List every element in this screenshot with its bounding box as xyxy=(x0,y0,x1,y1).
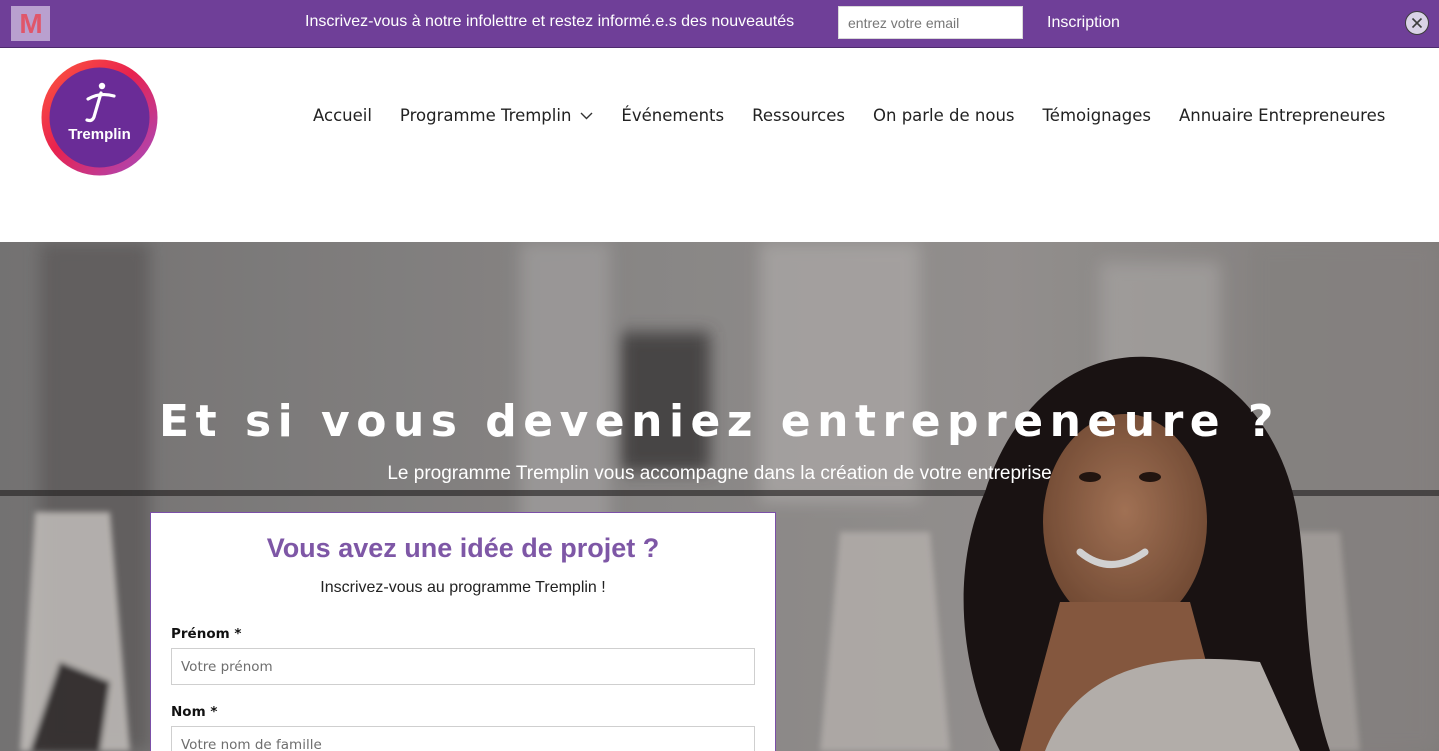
newsletter-submit-button[interactable]: Inscription xyxy=(1035,7,1132,39)
last-name-field[interactable] xyxy=(171,726,755,751)
close-icon[interactable] xyxy=(1405,11,1429,35)
nav-item-ressources[interactable]: Ressources xyxy=(752,106,845,125)
nav-item-label: Témoignages xyxy=(1042,106,1151,125)
main-nav: Accueil Programme Tremplin Événements Re… xyxy=(300,106,1385,125)
form-subtitle: Inscrivez-vous au programme Tremplin ! xyxy=(320,579,606,596)
newsletter-bar: M Inscrivez-vous à notre infolettre et r… xyxy=(0,0,1439,48)
newsletter-email-input[interactable] xyxy=(838,6,1023,39)
form-title: Vous avez une idée de projet ? xyxy=(266,533,660,563)
logo-text: Tremplin xyxy=(68,126,131,143)
hero-subtitle: Le programme Tremplin vous accompagne da… xyxy=(387,463,1052,484)
hero-section: Et si vous deveniez entrepreneure ? Le p… xyxy=(0,242,1439,751)
nav-item-label: On parle de nous xyxy=(873,106,1015,125)
nav-item-label: Annuaire Entrepreneures xyxy=(1178,106,1386,125)
extension-logo-letter: M xyxy=(19,7,42,39)
nav-item-programme-tremplin[interactable]: Programme Tremplin xyxy=(400,106,594,125)
nav-item-on-parle-de-nous[interactable]: On parle de nous xyxy=(873,106,1015,125)
nav-item-accueil[interactable]: Accueil xyxy=(313,106,372,125)
nav-item-temoignages[interactable]: Témoignages xyxy=(1043,106,1151,125)
nav-item-label: Accueil xyxy=(313,106,372,125)
nav-item-label: Événements xyxy=(621,106,725,125)
chevron-down-icon xyxy=(580,112,593,120)
first-name-field[interactable] xyxy=(171,648,755,685)
site-header: Tremplin Accueil Programme Tremplin Évén… xyxy=(0,48,1439,242)
nav-item-label: Ressources xyxy=(752,106,845,125)
signup-form-card: Vous avez une idée de projet ? Inscrivez… xyxy=(150,512,776,751)
nav-item-label: Programme Tremplin xyxy=(399,106,572,125)
nav-item-annuaire-entrepreneures[interactable]: Annuaire Entrepreneures xyxy=(1179,106,1385,125)
hero-title: Et si vous deveniez entrepreneure ? xyxy=(159,396,1280,447)
nav-item-evenements[interactable]: Événements xyxy=(621,106,724,125)
last-name-label: Nom * xyxy=(171,704,218,720)
extension-logo-icon[interactable]: M xyxy=(11,6,50,41)
newsletter-text: Inscrivez-vous à notre infolettre et res… xyxy=(305,13,795,30)
tremplin-logo[interactable]: Tremplin xyxy=(40,59,159,176)
first-name-label: Prénom * xyxy=(171,626,242,642)
